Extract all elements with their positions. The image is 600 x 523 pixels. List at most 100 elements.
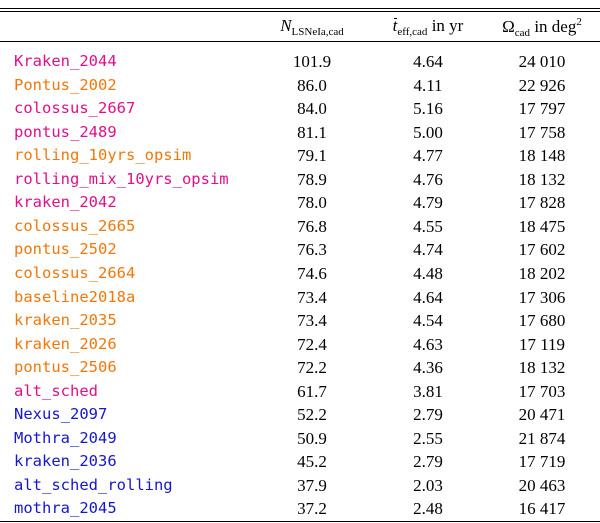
cell-omega: 18 132: [518, 358, 566, 378]
header-omega-symbol: Ω: [502, 17, 515, 36]
strategy-name: mothra_2045: [14, 499, 117, 518]
cell-n-lsneia: 37.9: [297, 475, 327, 495]
cell-t-eff: 4.63: [413, 334, 443, 354]
table-row: mothra_2045 37.2 2.48 16 417: [0, 497, 600, 521]
cell-n-lsneia: 81.1: [297, 122, 327, 142]
header-omega-cad: Ωcad in deg2: [484, 16, 600, 39]
cell-t-eff: 2.03: [413, 475, 443, 495]
cell-t-eff: 2.55: [413, 428, 443, 448]
cell-t-eff: 4.77: [413, 146, 443, 166]
table-row: Pontus_2002 86.0 4.11 22 926: [0, 74, 600, 98]
cell-n-lsneia: 37.2: [297, 499, 327, 519]
header-n-lsneia-cad: NLSNeIa,cad: [264, 16, 360, 38]
cell-t-eff: 4.55: [413, 216, 443, 236]
cell-n-lsneia: 78.0: [297, 193, 327, 213]
table-row: alt_sched_rolling 37.9 2.03 20 463: [0, 474, 600, 498]
cell-n-lsneia: 52.2: [297, 405, 327, 425]
cell-omega: 17 828: [518, 193, 566, 213]
strategy-name: kraken_2036: [14, 452, 117, 471]
cell-omega: 21 874: [518, 428, 566, 448]
cell-omega: 22 926: [518, 75, 566, 95]
header-omega-superscript: 2: [576, 16, 582, 28]
cell-omega: 17 758: [518, 122, 566, 142]
header-t-unit: in yr: [427, 16, 464, 35]
strategy-name: kraken_2035: [14, 311, 117, 330]
table-row: pontus_2502 76.3 4.74 17 602: [0, 238, 600, 262]
results-table: NLSNeIa,cad teff,cad in yr Ωcad in deg2 …: [0, 0, 600, 523]
header-t-eff-cad: teff,cad in yr: [376, 16, 480, 38]
top-rule-inner: [0, 11, 600, 12]
cell-n-lsneia: 50.9: [297, 428, 327, 448]
table-row: kraken_2042 78.0 4.79 17 828: [0, 191, 600, 215]
cell-t-eff: 4.54: [413, 311, 443, 331]
table-row: colossus_2667 84.0 5.16 17 797: [0, 97, 600, 121]
table-row: Mothra_2049 50.9 2.55 21 874: [0, 427, 600, 451]
cell-n-lsneia: 61.7: [297, 381, 327, 401]
cell-t-eff: 4.74: [413, 240, 443, 260]
cell-t-eff: 4.48: [413, 263, 443, 283]
cell-omega: 17 797: [518, 99, 566, 119]
cell-omega: 24 010: [518, 52, 566, 71]
bottom-rule: [0, 521, 600, 522]
cell-t-eff: 4.11: [413, 75, 443, 95]
header-omega-subscript: cad: [514, 27, 531, 39]
cell-n-lsneia: 84.0: [297, 99, 327, 119]
strategy-name: rolling_mix_10yrs_opsim: [14, 169, 229, 188]
cell-omega: 17 719: [518, 452, 566, 472]
cell-omega: 17 306: [518, 287, 566, 307]
table-row: pontus_2506 72.2 4.36 18 132: [0, 356, 600, 380]
strategy-name: Nexus_2097: [14, 405, 108, 424]
strategy-name: colossus_2664: [14, 263, 136, 282]
cell-omega: 18 202: [518, 263, 566, 283]
table-row: Kraken_2044 101.9 4.64 24 010: [0, 50, 600, 74]
strategy-name: pontus_2489: [14, 122, 117, 141]
strategy-name: pontus_2502: [14, 240, 117, 259]
cell-t-eff: 2.79: [413, 405, 443, 425]
cell-n-lsneia: 72.4: [297, 334, 327, 354]
table-row: alt_sched 61.7 3.81 17 703: [0, 380, 600, 404]
cell-t-eff: 2.79: [413, 452, 443, 472]
strategy-name: alt_sched: [14, 381, 98, 400]
table-row: colossus_2664 74.6 4.48 18 202: [0, 262, 600, 286]
cell-t-eff: 3.81: [413, 381, 443, 401]
strategy-name: kraken_2042: [14, 193, 117, 212]
strategy-name: baseline2018a: [14, 287, 136, 306]
cell-n-lsneia: 78.9: [297, 169, 327, 189]
strategy-name: rolling_10yrs_opsim: [14, 146, 192, 165]
cell-omega: 17 602: [518, 240, 566, 260]
strategy-name: alt_sched_rolling: [14, 475, 173, 494]
table-row: kraken_2026 72.4 4.63 17 119: [0, 333, 600, 357]
table-row: colossus_2665 76.8 4.55 18 475: [0, 215, 600, 239]
cell-t-eff: 4.64: [413, 287, 443, 307]
header-n-subscript: LSNeIa,cad: [291, 26, 344, 38]
strategy-name: Kraken_2044: [14, 52, 117, 70]
cell-n-lsneia: 74.6: [297, 263, 327, 283]
cell-t-eff: 5.16: [413, 99, 443, 119]
cell-n-lsneia: 73.4: [297, 311, 327, 331]
cell-t-eff: 5.00: [413, 122, 443, 142]
cell-t-eff: 4.36: [413, 358, 443, 378]
cell-omega: 20 463: [518, 475, 566, 495]
cell-t-eff: 4.79: [413, 193, 443, 213]
strategy-name: Mothra_2049: [14, 428, 117, 447]
header-omega-unit: in deg: [530, 17, 577, 36]
table-row: Nexus_2097 52.2 2.79 20 471: [0, 403, 600, 427]
table-row: kraken_2035 73.4 4.54 17 680: [0, 309, 600, 333]
cell-omega: 17 119: [518, 334, 566, 354]
table-row: kraken_2036 45.2 2.79 17 719: [0, 450, 600, 474]
table-row: rolling_mix_10yrs_opsim 78.9 4.76 18 132: [0, 168, 600, 192]
cell-n-lsneia: 73.4: [297, 287, 327, 307]
cell-t-eff: 4.76: [413, 169, 443, 189]
cell-omega: 18 148: [518, 146, 566, 166]
cell-omega: 17 703: [518, 381, 566, 401]
header-rule: [0, 41, 600, 42]
cell-omega: 20 471: [518, 405, 566, 425]
cell-n-lsneia: 76.3: [297, 240, 327, 260]
cell-n-lsneia: 72.2: [297, 358, 327, 378]
table-row: rolling_10yrs_opsim 79.1 4.77 18 148: [0, 144, 600, 168]
header-t-subscript: eff,cad: [397, 26, 428, 38]
strategy-name: kraken_2026: [14, 334, 117, 353]
table-row: baseline2018a 73.4 4.64 17 306: [0, 286, 600, 310]
cell-n-lsneia: 101.9: [292, 52, 332, 71]
table-row: pontus_2489 81.1 5.00 17 758: [0, 121, 600, 145]
